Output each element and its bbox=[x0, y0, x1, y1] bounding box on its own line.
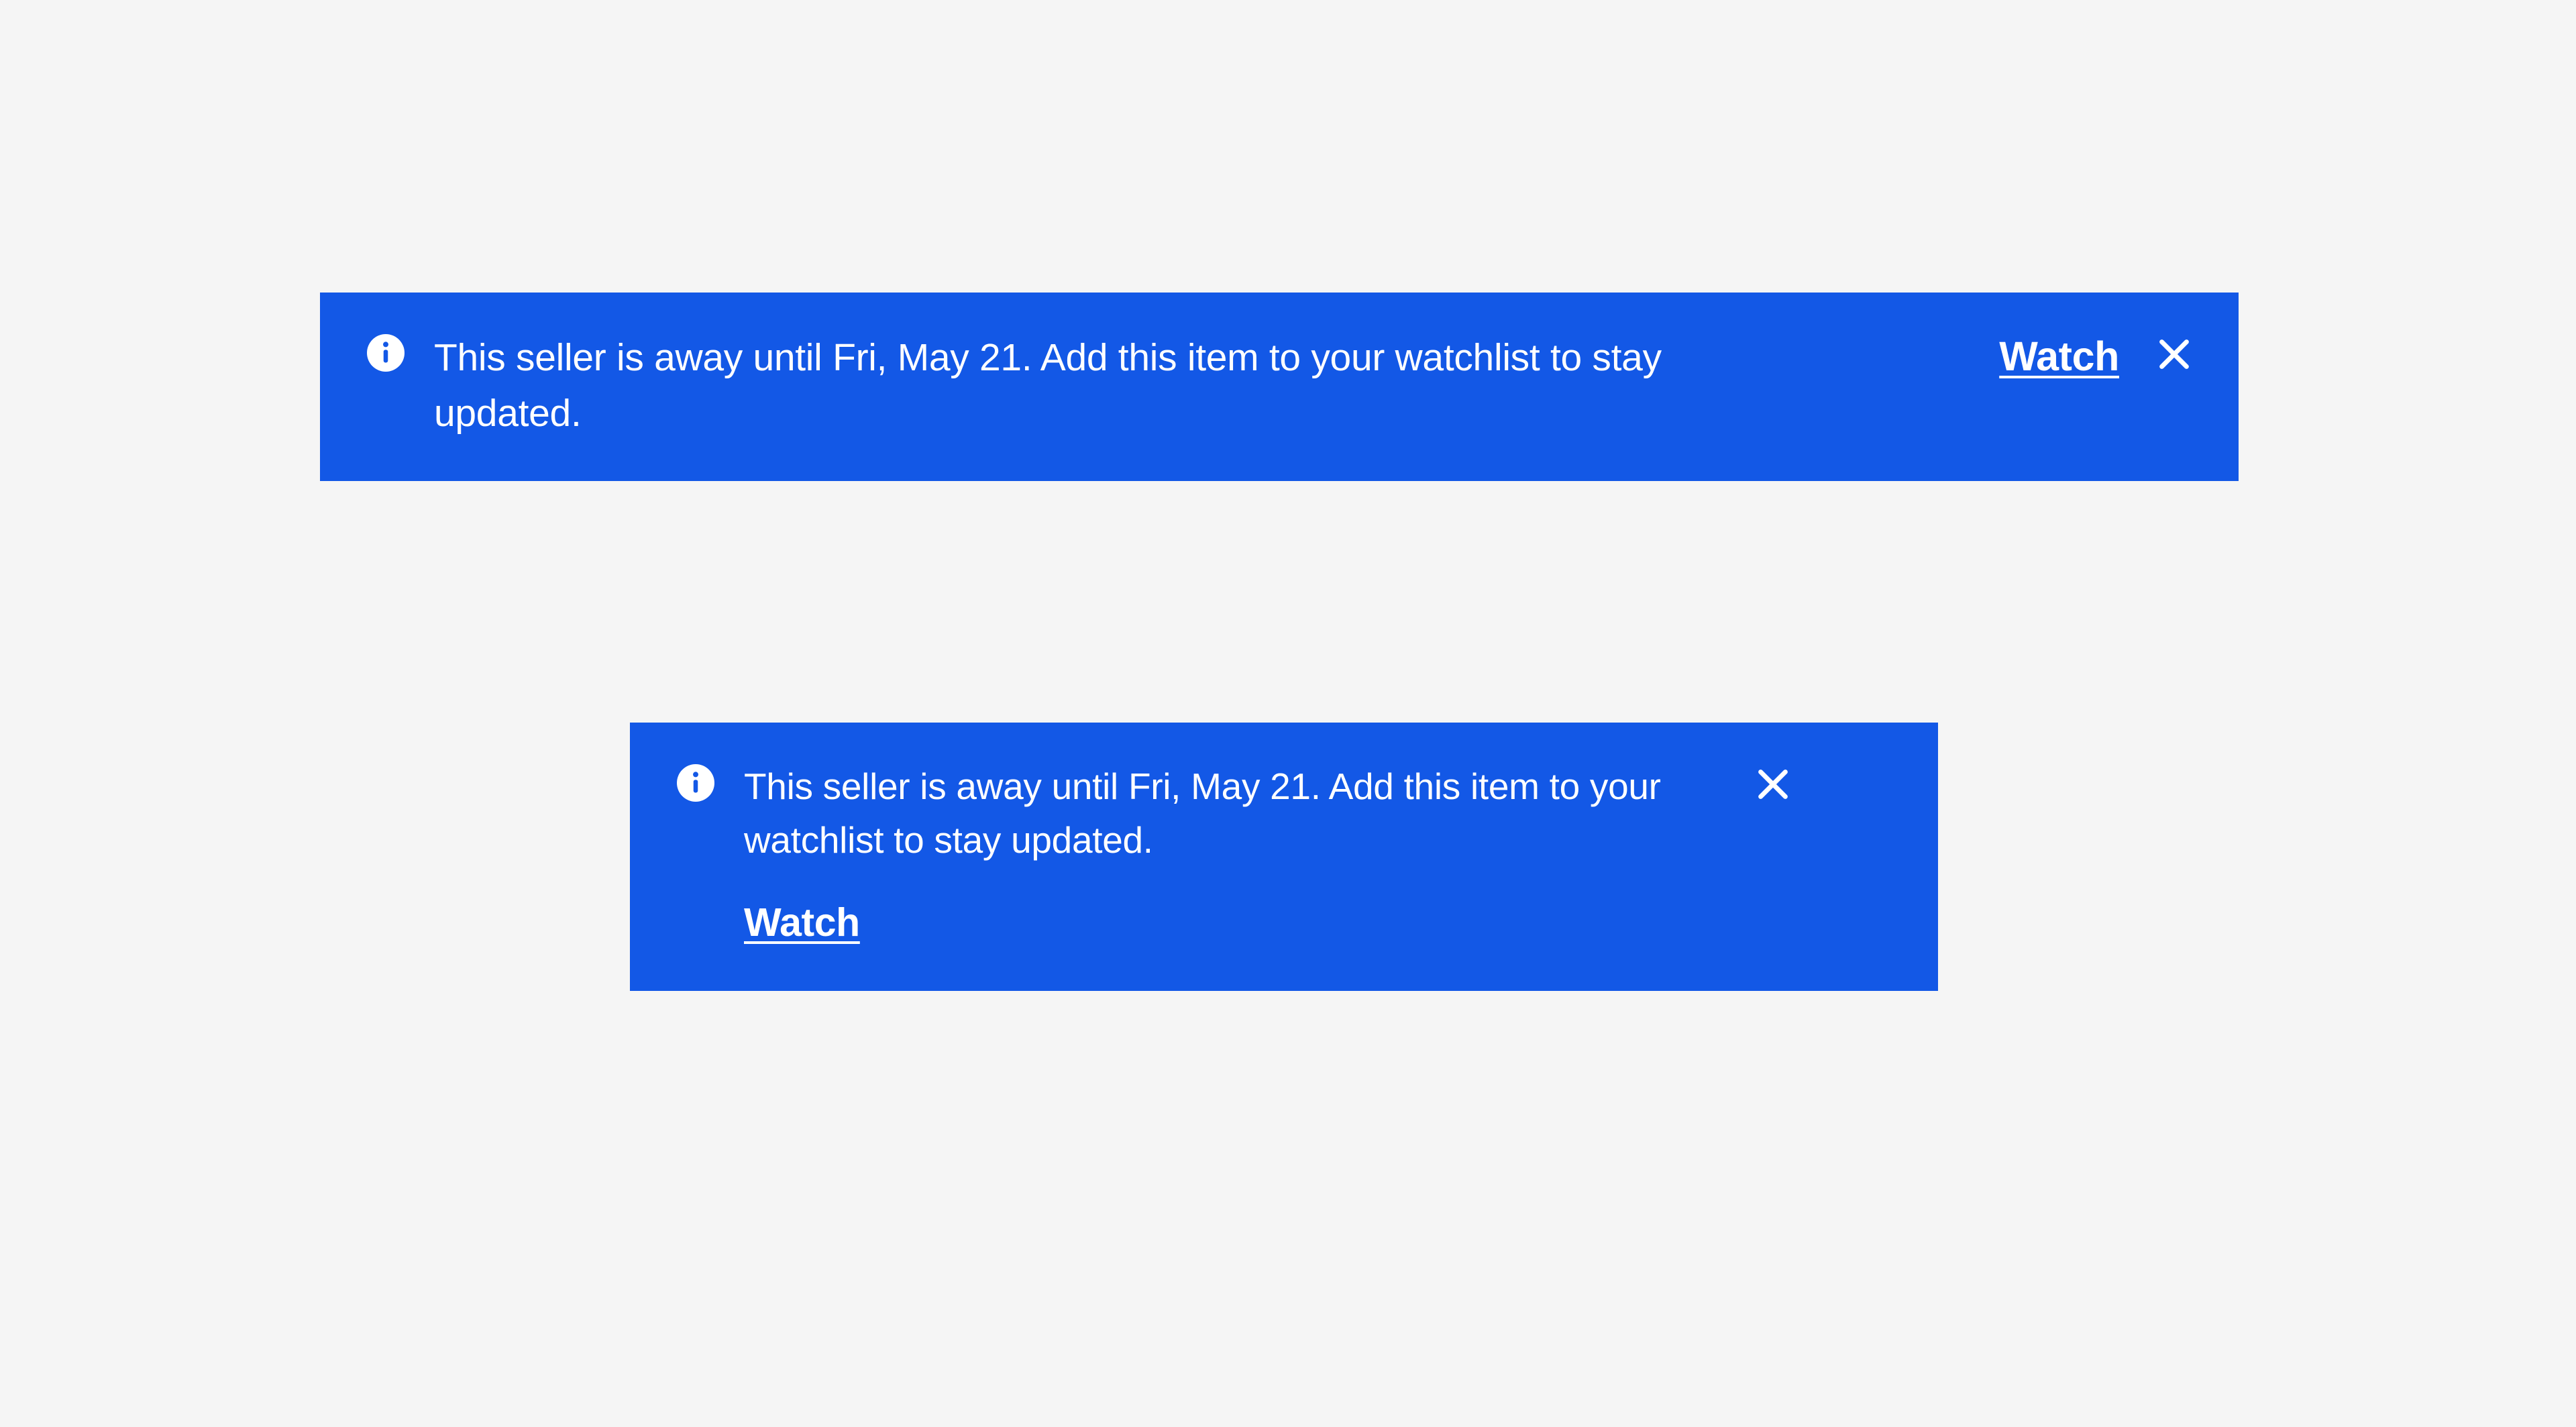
info-icon bbox=[367, 334, 405, 372]
canvas: This seller is away until Fri, May 21. A… bbox=[0, 0, 2576, 1427]
watch-link[interactable]: Watch bbox=[1999, 333, 2119, 380]
close-button[interactable] bbox=[1756, 767, 1790, 802]
watch-link[interactable]: Watch bbox=[744, 900, 860, 945]
close-button[interactable] bbox=[2157, 337, 2192, 372]
info-icon bbox=[677, 764, 714, 802]
notification-row: This seller is away until Fri, May 21. A… bbox=[677, 760, 1891, 867]
close-icon bbox=[1756, 767, 1790, 802]
close-icon bbox=[2157, 337, 2192, 372]
notification-banner-narrow: This seller is away until Fri, May 21. A… bbox=[630, 723, 1938, 991]
notification-banner-wide: This seller is away until Fri, May 21. A… bbox=[320, 293, 2239, 481]
notification-message: This seller is away until Fri, May 21. A… bbox=[434, 330, 1702, 441]
notification-message: This seller is away until Fri, May 21. A… bbox=[744, 760, 1750, 867]
